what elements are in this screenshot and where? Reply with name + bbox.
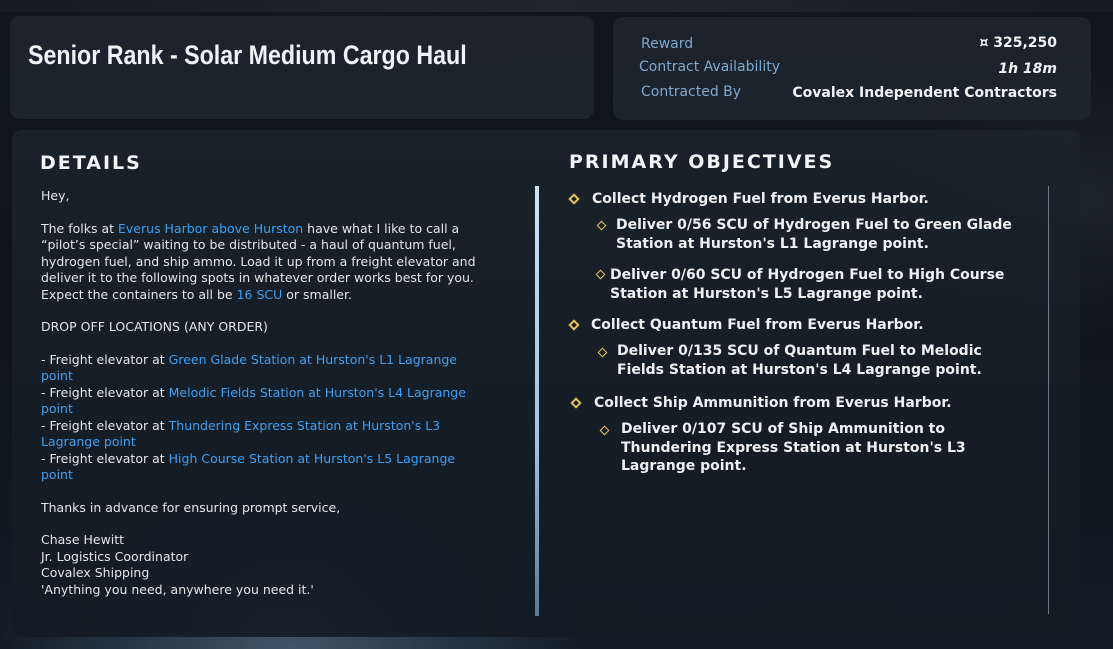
details-text-c: or smaller. (282, 286, 352, 302)
reward-label: Reward (641, 36, 694, 52)
signature-company: Covalex Shipping (41, 565, 150, 580)
signature-name: Chase Hewitt (41, 532, 125, 547)
details-scrollbar[interactable] (535, 186, 539, 616)
objectives-heading: PRIMARY OBJECTIVES (569, 151, 835, 173)
location-prefix: - Freight elevator at (41, 417, 169, 433)
availability-value: 1h 18m (998, 61, 1057, 77)
objective-line: Deliver 0/135 SCU of Quantum Fuel to Mel… (617, 343, 982, 359)
details-heading: DETAILS (40, 152, 142, 174)
reward-value: ¤ 325,250 (979, 35, 1057, 51)
objective-line: Lagrange point. (621, 458, 747, 474)
contract-screen: Senior Rank - Solar Medium Cargo Haul Re… (0, 0, 1113, 649)
details-text-a: The folks at (41, 220, 119, 236)
thanks-line: Thanks in advance for ensuring prompt se… (41, 499, 341, 515)
objective-deliver-quantum-melodic: Deliver 0/135 SCU of Quantum Fuel to Mel… (617, 342, 982, 379)
container-size-link[interactable]: 16 SCU (237, 287, 283, 302)
dropoff-location: - Freight elevator at Melodic Fields Sta… (41, 385, 481, 418)
objective-deliver-hydrogen-green-glade: Deliver 0/56 SCU of Hydrogen Fuel to Gre… (616, 216, 1012, 253)
everus-harbor-link[interactable]: Everus Harbor above Hurston (118, 221, 303, 236)
dropoff-location: - Freight elevator at Green Glade Statio… (41, 352, 481, 385)
location-prefix: - Freight elevator at (41, 351, 169, 367)
objective-line: Deliver 0/107 SCU of Ship Ammunition to (621, 421, 945, 437)
objective-line: Deliver 0/60 SCU of Hydrogen Fuel to Hig… (610, 267, 1005, 283)
details-body[interactable]: Hey, The folks at Everus Harbor above Hu… (41, 188, 481, 598)
objective-line: Deliver 0/56 SCU of Hydrogen Fuel to Gre… (616, 217, 1012, 233)
objective-line: Fields Station at Hurston's L4 Lagrange … (617, 361, 982, 378)
objective-collect-quantum: Collect Quantum Fuel from Everus Harbor. (591, 317, 924, 333)
dropoff-location: - Freight elevator at High Course Statio… (41, 451, 481, 484)
greeting: Hey, (41, 188, 70, 203)
dropoff-heading: DROP OFF LOCATIONS (ANY ORDER) (41, 319, 268, 334)
top-strip (0, 0, 1113, 12)
mission-title: Senior Rank - Solar Medium Cargo Haul (28, 40, 467, 70)
objective-line: Station at Hurston's L5 Lagrange point. (610, 285, 923, 302)
availability-label: Contract Availability (639, 59, 780, 75)
objective-collect-ammunition: Collect Ship Ammunition from Everus Harb… (594, 395, 952, 411)
objectives-scrollbar[interactable] (1048, 186, 1049, 614)
objective-collect-hydrogen: Collect Hydrogen Fuel from Everus Harbor… (592, 191, 929, 207)
location-prefix: - Freight elevator at (41, 384, 169, 400)
contracted-by-value: Covalex Independent Contractors (792, 85, 1057, 101)
signature-motto: 'Anything you need, anywhere you need it… (41, 581, 314, 597)
objective-line: Station at Hurston's L1 Lagrange point. (616, 235, 929, 252)
objective-line: Thundering Express Station at Hurston's … (621, 439, 966, 456)
details-paragraph: The folks at Everus Harbor above Hurston… (41, 221, 481, 304)
objective-deliver-hydrogen-high-course: Deliver 0/60 SCU of Hydrogen Fuel to Hig… (610, 266, 1004, 303)
dropoff-location: - Freight elevator at Thundering Express… (41, 418, 481, 451)
signature-role: Jr. Logistics Coordinator (41, 548, 189, 564)
contracted-by-label: Contracted By (641, 84, 742, 100)
location-prefix: - Freight elevator at (41, 450, 169, 466)
objective-deliver-ammunition-thundering: Deliver 0/107 SCU of Ship Ammunition to … (621, 420, 966, 476)
